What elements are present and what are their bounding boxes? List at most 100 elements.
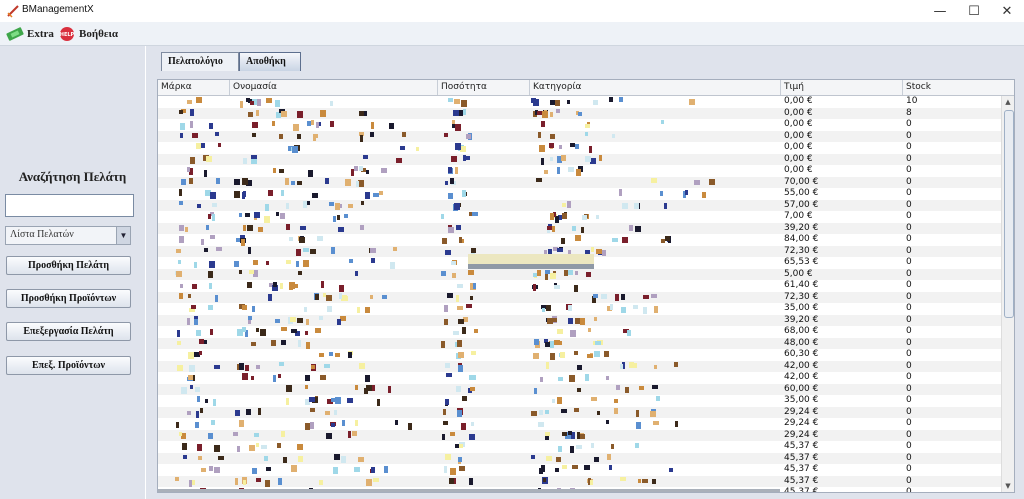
horizontal-scrollbar[interactable]: [158, 489, 780, 492]
table-row[interactable]: 45,37 € 0: [158, 441, 1001, 453]
table-row[interactable]: 35,00 € 0: [158, 303, 1001, 315]
garbled-glyph: [577, 387, 582, 392]
table-row[interactable]: 0,00 € 0: [158, 142, 1001, 154]
garbled-glyph: [457, 339, 463, 347]
garbled-glyph: [561, 154, 567, 161]
garbled-glyph: [608, 465, 612, 471]
table-row[interactable]: 42,00 € 0: [158, 372, 1001, 384]
tab-customers[interactable]: Πελατολόγιο: [161, 52, 239, 71]
edit-products-button[interactable]: Επεξ. Προϊόντων: [6, 356, 131, 375]
table-row[interactable]: 0,00 € 0: [158, 130, 1001, 142]
garbled-glyph: [395, 157, 402, 163]
column-header-price[interactable]: Τιμή: [781, 80, 903, 95]
garbled-glyph: [281, 430, 286, 437]
menu-extra[interactable]: Extra: [6, 24, 54, 43]
chevron-down-icon[interactable]: ▼: [116, 227, 130, 244]
garbled-glyph: [184, 226, 188, 232]
garbled-glyph: [392, 246, 397, 251]
table-row[interactable]: 0,00 € 0: [158, 165, 1001, 177]
garbled-glyph: [327, 305, 333, 312]
menu-help[interactable]: HELP Βοήθεια: [58, 24, 118, 43]
vertical-scrollbar[interactable]: ▲ ▼: [1001, 96, 1014, 492]
garbled-glyph: [360, 225, 365, 231]
garbled-glyph: [209, 235, 215, 240]
table-row[interactable]: 70,00 € 0: [158, 176, 1001, 188]
column-header-category[interactable]: Κατηγορία: [530, 80, 781, 95]
table-row[interactable]: 29,24 € 0: [158, 429, 1001, 441]
add-customer-button[interactable]: Προσθήκη Πελάτη: [6, 256, 131, 275]
garbled-glyph: [285, 177, 290, 185]
stock-cell: 0: [906, 257, 912, 267]
maximize-button[interactable]: ☐: [957, 0, 991, 22]
garbled-glyph: [373, 192, 380, 197]
garbled-glyph: [674, 420, 678, 427]
price-cell: 45,37 €: [784, 475, 819, 486]
garbled-glyph: [175, 248, 181, 253]
garbled-glyph: [567, 200, 572, 208]
garbled-glyph: [571, 465, 578, 470]
garbled-glyph: [252, 260, 258, 266]
table-row[interactable]: 7,00 € 0: [158, 211, 1001, 223]
column-header-brand[interactable]: Μάρκα: [158, 80, 230, 95]
table-row[interactable]: 72,30 € 0: [158, 291, 1001, 304]
garbled-glyph: [557, 247, 564, 252]
table-row[interactable]: 29,24 € 0: [158, 406, 1001, 419]
garbled-glyph: [347, 204, 353, 209]
table-row[interactable]: 45,37 € 0: [158, 452, 1001, 464]
table-row[interactable]: 35,00 € 0: [158, 395, 1001, 407]
table-row[interactable]: 42,00 € 0: [158, 360, 1001, 373]
scroll-down-icon[interactable]: ▼: [1002, 480, 1014, 492]
garbled-glyph: [189, 121, 193, 129]
garbled-glyph: [187, 374, 193, 380]
garbled-glyph: [348, 430, 352, 438]
table-row[interactable]: 84,00 € 0: [158, 234, 1001, 246]
garbled-glyph: [629, 224, 634, 231]
add-products-button[interactable]: Προσθήκη Προϊόντων: [6, 289, 131, 308]
customer-list-select[interactable]: Λίστα Πελατών ▼: [5, 226, 131, 245]
menu-extra-label: Extra: [27, 27, 54, 40]
table-row[interactable]: 0,00 € 10: [158, 96, 1001, 108]
garbled-glyph: [533, 283, 537, 291]
table-row[interactable]: 39,20 € 0: [158, 222, 1001, 234]
scroll-up-icon[interactable]: ▲: [1002, 96, 1014, 108]
close-button[interactable]: ✕: [990, 0, 1024, 22]
inventory-table: Μάρκα Ονομασία Ποσότητα Κατηγορία Τιμή S…: [157, 79, 1015, 493]
scrollbar-thumb[interactable]: [1004, 110, 1014, 318]
table-row[interactable]: 0,00 € 0: [158, 153, 1001, 166]
column-header-quantity[interactable]: Ποσότητα: [438, 80, 530, 95]
garbled-glyph: [561, 203, 566, 208]
garbled-glyph: [540, 465, 545, 473]
garbled-glyph: [531, 454, 536, 459]
table-row[interactable]: 48,00 € 0: [158, 337, 1001, 350]
table-row[interactable]: 39,20 € 0: [158, 314, 1001, 326]
table-row[interactable]: 57,00 € 0: [158, 199, 1001, 212]
minimize-button[interactable]: —: [923, 0, 957, 22]
table-row[interactable]: 60,00 € 0: [158, 383, 1001, 395]
garbled-glyph: [456, 224, 462, 230]
table-row[interactable]: 0,00 € 8: [158, 107, 1001, 119]
garbled-glyph: [334, 353, 340, 358]
garbled-glyph: [453, 110, 460, 117]
garbled-glyph: [445, 181, 449, 186]
garbled-glyph: [209, 466, 214, 472]
column-header-stock[interactable]: Stock: [903, 80, 1014, 95]
garbled-glyph: [233, 261, 239, 268]
table-row[interactable]: 45,37 € 0: [158, 464, 1001, 476]
table-row[interactable]: 45,37 € 0: [158, 475, 1001, 488]
garbled-glyph: [186, 100, 192, 105]
table-row[interactable]: 0,00 € 0: [158, 119, 1001, 131]
garbled-glyph: [245, 408, 251, 415]
table-row[interactable]: 60,30 € 0: [158, 349, 1001, 361]
garbled-glyph: [619, 364, 623, 369]
table-row[interactable]: 68,00 € 0: [158, 326, 1001, 338]
table-row[interactable]: 29,24 € 0: [158, 418, 1001, 430]
garbled-glyph: [208, 260, 215, 268]
table-row[interactable]: 61,40 € 0: [158, 280, 1001, 292]
column-header-name[interactable]: Ονομασία: [230, 80, 438, 95]
tab-warehouse[interactable]: Αποθήκη: [239, 52, 301, 71]
garbled-glyph: [467, 269, 474, 275]
search-input[interactable]: [5, 194, 134, 217]
table-row[interactable]: 5,00 € 0: [158, 268, 1001, 281]
table-row[interactable]: 55,00 € 0: [158, 188, 1001, 200]
edit-customer-button[interactable]: Επεξεργασία Πελάτη: [6, 322, 131, 341]
